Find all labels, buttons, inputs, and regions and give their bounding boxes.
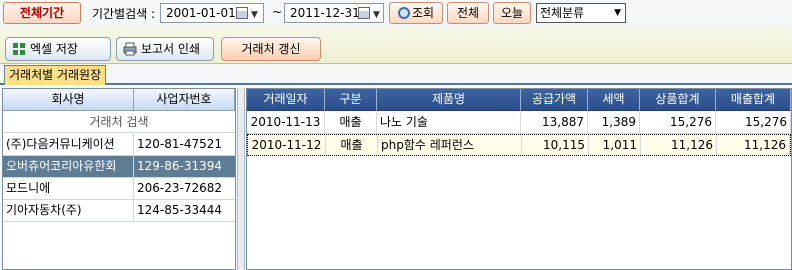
cell-tax: 1,011 — [589, 135, 641, 155]
search-icon — [397, 7, 410, 19]
tab-client-ledger[interactable]: 거래처별 거래원장 — [4, 65, 107, 85]
client-biz-no: 120-81-47521 — [137, 137, 223, 151]
client-biz-no: 129-86-31394 — [137, 159, 223, 173]
panel-splitter[interactable] — [237, 88, 245, 270]
cell-supply: 13,887 — [521, 112, 588, 133]
all-button[interactable]: 전체 — [447, 2, 489, 24]
column-header-date[interactable]: 거래일자 — [247, 89, 325, 111]
ledger-row-focused[interactable]: 2010-11-12 매출 php함수 레퍼런스 10,115 1,011 11… — [247, 134, 791, 156]
ledger-header-row: 거래일자 구분 제품명 공급가액 세액 상품합계 매출합계 — [247, 89, 791, 111]
chevron-down-icon[interactable]: ▼ — [373, 6, 380, 24]
client-row[interactable]: 기아자동차(주) 124-85-33444 — [3, 200, 235, 222]
date-to-value: 2011-12-31 — [290, 6, 360, 20]
date-range-separator: ~ — [272, 5, 283, 19]
cell-goods-total: 11,126 — [641, 135, 717, 155]
cell-date: 2010-11-12 — [248, 135, 326, 155]
excel-save-label: 엑셀 저장 — [30, 42, 78, 56]
excel-icon — [13, 43, 25, 55]
print-report-label: 보고서 인쇄 — [141, 42, 201, 56]
client-list-header: 회사명 사업자번호 — [3, 89, 235, 111]
cell-type: 매출 — [325, 112, 377, 133]
search-button-label: 조회 — [411, 6, 435, 20]
refresh-clients-button[interactable]: 거래처 갱신 — [221, 37, 321, 61]
cell-date: 2010-11-13 — [247, 112, 325, 133]
print-icon — [123, 42, 137, 56]
column-header-company[interactable]: 회사명 — [3, 89, 134, 111]
client-search-filter[interactable]: 거래처 검색 — [3, 111, 235, 133]
column-header-tax[interactable]: 세액 — [588, 89, 640, 111]
column-header-type[interactable]: 구분 — [325, 89, 377, 111]
date-to-field[interactable]: 2011-12-31 ▼ — [284, 3, 384, 23]
cell-sales-total: 11,126 — [717, 135, 790, 155]
all-period-badge[interactable]: 전체기간 — [3, 2, 81, 24]
column-header-biz-no[interactable]: 사업자번호 — [134, 89, 235, 111]
column-header-goods-total[interactable]: 상품합계 — [640, 89, 716, 111]
column-header-sales-total[interactable]: 매출합계 — [716, 89, 791, 111]
print-report-button[interactable]: 보고서 인쇄 — [116, 37, 214, 61]
excel-save-button[interactable]: 엑셀 저장 — [5, 37, 111, 61]
client-row[interactable]: 모드니에 206-23-72682 — [3, 178, 235, 200]
date-from-field[interactable]: 2001-01-01 ▼ — [160, 3, 264, 23]
client-biz-no: 206-23-72682 — [137, 181, 223, 195]
today-button[interactable]: 오늘 — [493, 2, 531, 24]
cell-goods-total: 15,276 — [640, 112, 716, 133]
client-list-panel: 회사명 사업자번호 거래처 검색 (주)다음커뮤니케이션 120-81-4752… — [2, 88, 236, 270]
column-header-product[interactable]: 제품명 — [377, 89, 521, 111]
action-toolbar: 엑셀 저장 보고서 인쇄 거래처 갱신 — [0, 27, 792, 64]
client-row-selected[interactable]: 오버츄어코리아유한회 129-86-31394 — [3, 156, 235, 178]
search-button[interactable]: 조회 — [389, 2, 443, 24]
filter-bar: 전체기간 기간별검색 : 2001-01-01 ▼ ~ 2011-12-31 ▼… — [0, 0, 792, 27]
cell-type: 매출 — [326, 135, 378, 155]
calendar-icon[interactable] — [236, 7, 248, 19]
cell-supply: 10,115 — [522, 135, 589, 155]
client-name: 모드니에 — [3, 178, 134, 199]
client-row[interactable]: (주)다음커뮤니케이션 120-81-47521 — [3, 134, 235, 156]
category-select-value: 전체분류 — [540, 6, 585, 20]
date-from-value: 2001-01-01 — [166, 6, 236, 20]
cell-product: 나노 기술 — [377, 112, 521, 133]
ledger-grid: 거래일자 구분 제품명 공급가액 세액 상품합계 매출합계 2010-11-13… — [246, 88, 792, 270]
cell-product: php함수 레퍼런스 — [378, 135, 522, 155]
chevron-down-icon: ▼ — [614, 8, 621, 18]
calendar-icon[interactable] — [358, 7, 370, 19]
column-header-supply[interactable]: 공급가액 — [521, 89, 588, 111]
chevron-down-icon[interactable]: ▼ — [251, 6, 258, 24]
ledger-row[interactable]: 2010-11-13 매출 나노 기술 13,887 1,389 15,276 … — [247, 112, 791, 134]
client-name: 오버츄어코리아유한회 — [3, 156, 134, 177]
cell-sales-total: 15,276 — [716, 112, 791, 133]
client-biz-no: 124-85-33444 — [137, 203, 223, 217]
client-name: 기아자동차(주) — [3, 200, 134, 221]
tab-strip: 거래처별 거래원장 — [0, 64, 792, 85]
client-name: (주)다음커뮤니케이션 — [3, 134, 134, 155]
cell-tax: 1,389 — [588, 112, 640, 133]
period-search-label: 기간별검색 : — [92, 7, 156, 21]
category-select[interactable]: 전체분류 ▼ — [536, 3, 626, 23]
